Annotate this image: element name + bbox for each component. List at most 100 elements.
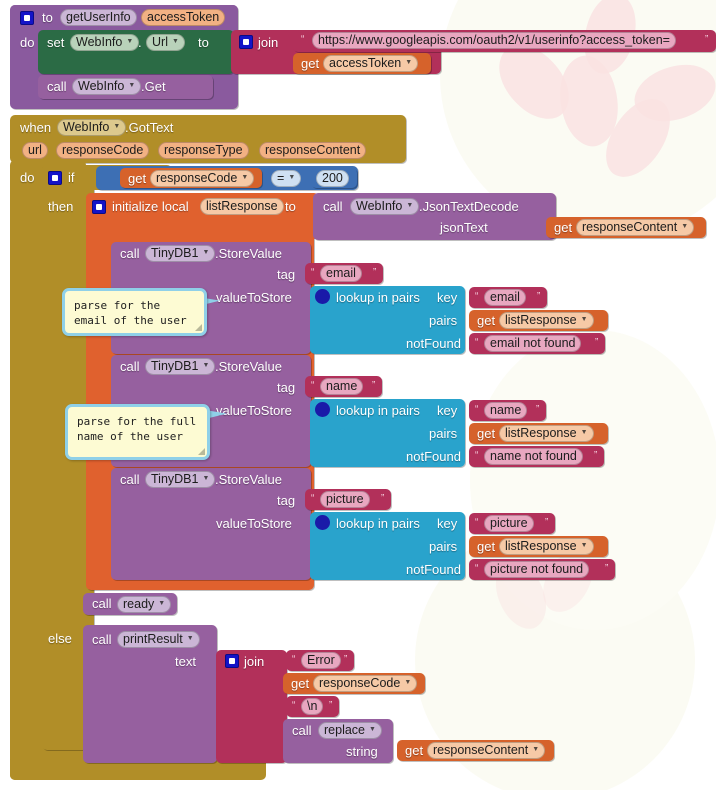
comment-balloon[interactable]: parse for the email of the user [62,288,207,336]
set-property-field[interactable]: Url ▼ [146,34,185,51]
newline-text-field[interactable]: \n [301,698,324,715]
get-responsecontent-field[interactable]: responseContent ▼ [576,218,695,236]
set-component-field[interactable]: WebInfo ▼ [70,33,140,51]
chevron-down-icon[interactable]: ▼ [581,311,588,328]
operator-field[interactable]: = ▼ [271,169,302,187]
chevron-down-icon[interactable]: ▼ [128,77,135,94]
tag-arg-label: tag [277,267,296,282]
notfound-text-value: name not found [490,449,577,463]
call-label: call [92,596,112,611]
local-var-field[interactable]: listResponse [200,198,284,215]
quote-open-icon: “ [311,380,315,391]
chevron-down-icon[interactable]: ▼ [581,537,588,554]
blocks-canvas[interactable]: to getUserInfo accessToken do set WebInf… [0,0,716,790]
tinydb-component-text: TinyDB1 [151,359,199,373]
chevron-down-icon[interactable]: ▼ [202,357,209,374]
url-text-field[interactable]: https://www.googleapis.com/oauth2/v1/use… [312,32,676,49]
get-listresponse-field[interactable]: listResponse ▼ [499,538,594,555]
quote-open-icon: “ [475,517,479,528]
comment-text: parse for the email of the user [74,299,187,327]
chevron-down-icon[interactable]: ▼ [404,674,411,691]
chevron-down-icon[interactable]: ▼ [581,424,588,441]
event-param-responsecode-text: responseCode [62,143,144,157]
notfound-text-field[interactable]: picture not found [484,561,590,578]
chevron-down-icon[interactable]: ▼ [288,169,295,186]
notfound-text-field[interactable]: name not found [484,448,583,465]
help-icon[interactable] [315,515,330,530]
tinydb-component-field[interactable]: TinyDB1 ▼ [145,357,216,375]
procedure-name-field[interactable]: getUserInfo [60,9,137,26]
tag-text-field[interactable]: name [320,378,364,395]
ready-proc-field[interactable]: ready ▼ [117,595,172,613]
tinydb-component-field[interactable]: TinyDB1 ▼ [145,470,216,488]
help-icon[interactable] [315,402,330,417]
mutator-icon[interactable] [92,200,106,214]
tinydb-component-field[interactable]: TinyDB1 ▼ [145,244,216,262]
pairs-arg-label: pairs [429,426,458,441]
call-component-field[interactable]: WebInfo ▼ [72,77,142,95]
get-responsecode-field[interactable]: responseCode ▼ [150,169,255,187]
pairs-arg-label: pairs [429,539,458,554]
chevron-down-icon[interactable]: ▼ [187,630,194,647]
error-text-field[interactable]: Error [301,652,341,669]
newline-text-value: \n [307,699,318,713]
quote-open-icon: “ [475,337,479,348]
chevron-down-icon[interactable]: ▼ [126,33,133,50]
mutator-icon[interactable] [20,11,34,25]
quote-close-icon: ” [344,654,348,665]
resize-handle[interactable] [198,448,205,455]
event-param-url-text: url [28,143,42,157]
comment-balloon[interactable]: parse for the full name of the user [65,404,210,460]
key-text-field[interactable]: email [484,289,526,306]
chevron-down-icon[interactable]: ▼ [113,118,120,135]
quote-open-icon: “ [311,267,315,278]
chevron-down-icon[interactable]: ▼ [241,169,248,186]
chevron-down-icon[interactable]: ▼ [158,595,165,612]
help-icon[interactable] [315,289,330,304]
quote-open-icon: “ [475,404,479,415]
chevron-down-icon[interactable]: ▼ [406,197,413,214]
get-listresponse-text: listResponse [505,313,577,327]
jsondecode-component-field[interactable]: WebInfo ▼ [350,197,420,215]
get-accesstoken-field[interactable]: accessToken ▼ [323,54,419,72]
chevron-down-icon[interactable]: ▼ [681,218,688,235]
mutator-icon[interactable] [239,35,253,49]
get-responsecontent-text: responseContent [582,220,678,234]
key-text-field[interactable]: picture [484,515,534,532]
mutator-icon[interactable] [48,171,62,185]
get-responsecontent-field[interactable]: responseContent ▼ [427,741,546,759]
ready-proc-text: ready [123,597,155,611]
quote-open-icon: “ [475,291,479,302]
mutator-icon[interactable] [225,654,239,668]
chevron-down-icon[interactable]: ▼ [369,721,376,738]
key-text-field[interactable]: name [484,402,528,419]
resize-handle[interactable] [195,324,202,331]
call-label: call [120,359,140,374]
get-listresponse-field[interactable]: listResponse ▼ [499,312,594,329]
event-component-field[interactable]: WebInfo ▼ [57,118,127,136]
chevron-down-icon[interactable]: ▼ [202,244,209,261]
get-label: get [291,676,310,691]
get-listresponse-text: listResponse [505,426,577,440]
procedure-param-text: accessToken [147,10,220,24]
procedure-param-field[interactable]: accessToken [141,9,226,26]
event-do-label: do [20,170,35,185]
chevron-down-icon[interactable]: ▼ [405,54,412,71]
printresult-proc-field[interactable]: printResult ▼ [117,631,200,648]
tag-text-field[interactable]: email [320,265,362,282]
chevron-down-icon[interactable]: ▼ [202,470,209,487]
get-responsecode-field[interactable]: responseCode ▼ [313,674,418,692]
notfound-text-value: email not found [490,336,576,350]
get-listresponse-field[interactable]: listResponse ▼ [499,425,594,442]
notfound-arg-label: notFound [406,336,461,351]
notfound-text-field[interactable]: email not found [484,335,582,352]
storevalue-method-label: .StoreValue [215,359,282,374]
call-label: call [120,246,140,261]
number-field[interactable]: 200 [316,170,349,187]
chevron-down-icon[interactable]: ▼ [172,33,179,50]
lookup-label: lookup in pairs [336,516,420,531]
quote-open-icon: “ [292,700,296,711]
chevron-down-icon[interactable]: ▼ [532,741,539,758]
tag-text-field[interactable]: picture [320,491,370,508]
replace-proc-field[interactable]: replace ▼ [318,722,382,739]
